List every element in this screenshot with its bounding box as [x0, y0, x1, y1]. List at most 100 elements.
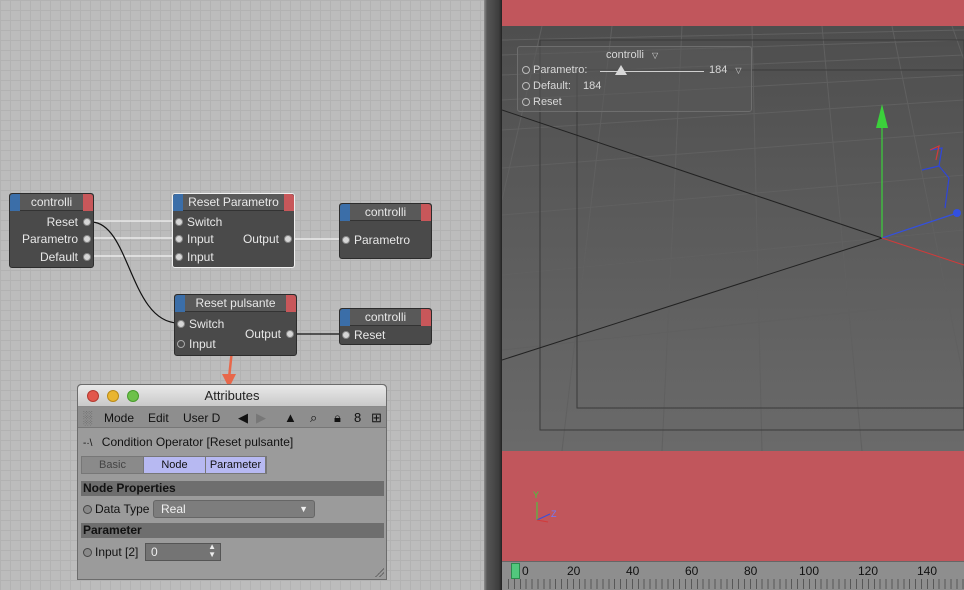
keyframe-radio[interactable] [83, 548, 92, 557]
node-header[interactable]: Reset pulsante [175, 295, 296, 312]
port-in-parametro-dot[interactable] [342, 236, 350, 244]
tick-label: 100 [799, 564, 820, 578]
minimize-button[interactable] [107, 390, 119, 402]
node-reset-parametro[interactable]: Reset Parametro Switch Input Input Outpu… [172, 193, 295, 268]
input-row: Input [2] [83, 545, 138, 559]
node-reset-pulsante[interactable]: Reset pulsante Switch Input Output [174, 294, 297, 356]
back-arrow-icon[interactable]: ◀ [238, 410, 248, 426]
node-input-tab[interactable] [340, 204, 350, 221]
port-in-switch-dot[interactable] [175, 218, 183, 226]
zoom-button[interactable] [127, 390, 139, 402]
data-type-select[interactable]: Real ▼ [153, 500, 315, 518]
node-input-tab[interactable] [173, 194, 183, 211]
attributes-panel[interactable]: Attributes ░ Mode Edit User D ◀ ▶ ▲ ⌕ 🔒︎… [77, 384, 387, 580]
hud-default-row: Default: 184 [522, 80, 601, 92]
section-parameter[interactable]: Parameter [81, 523, 384, 538]
port-out-output-dot[interactable] [286, 330, 294, 338]
menu-mode[interactable]: Mode [104, 411, 134, 425]
tick-label: 60 [685, 564, 699, 578]
attribute-tabs: Basic Node Parameter [81, 456, 267, 474]
node-controlli-reset[interactable]: controlli Reset [339, 308, 432, 345]
tick-label: 120 [858, 564, 879, 578]
hud-title[interactable]: controlli ▽ [606, 49, 658, 61]
node-controlli-source[interactable]: controlli Reset Parametro Default [9, 193, 94, 268]
tab-basic[interactable]: Basic [82, 457, 144, 473]
resize-grip[interactable] [374, 567, 384, 577]
menu-edit[interactable]: Edit [148, 411, 169, 425]
port-out-default-dot[interactable] [83, 253, 91, 261]
input-2-field[interactable]: 0 ▲ ▼ [145, 543, 221, 561]
hud-parametro-value[interactable]: 184 ▽ [709, 64, 742, 76]
port-in-switch-dot[interactable] [177, 320, 185, 328]
3d-viewport[interactable]: Y Z controlli ▽ Parametro: 184 ▽ Default… [502, 0, 964, 590]
port-in-input-dot[interactable] [175, 235, 183, 243]
radio-icon[interactable] [522, 66, 530, 74]
data-type-value: Real [161, 502, 186, 516]
hud-parametro-row: Parametro: [522, 64, 587, 76]
object-label: Condition Operator [Reset pulsante] [101, 435, 294, 449]
object-label-row: -·\ Condition Operator [Reset pulsante] [83, 435, 293, 449]
pane-divider[interactable] [484, 0, 502, 590]
port-in-reset-dot[interactable] [342, 331, 350, 339]
up-arrow-icon[interactable]: ▲ [284, 410, 297, 425]
radio-icon[interactable] [522, 82, 530, 90]
port-out-output: Output [244, 327, 281, 341]
node-input-tab[interactable] [340, 309, 350, 326]
condition-operator-icon: -·\ [83, 438, 93, 449]
attributes-titlebar[interactable]: Attributes [78, 385, 386, 407]
slider-thumb[interactable] [615, 65, 627, 75]
hud-controls-panel[interactable]: controlli ▽ Parametro: 184 ▽ Default: 18… [517, 46, 752, 112]
chevron-down-icon: ▼ [299, 504, 308, 514]
node-output-tab[interactable] [421, 309, 431, 326]
lock-icon[interactable]: 🔒︎ [334, 410, 341, 426]
radio-icon[interactable] [522, 98, 530, 106]
port-in-input-dot[interactable] [177, 340, 185, 348]
tab-parameter[interactable]: Parameter [206, 457, 266, 473]
new-panel-icon[interactable]: ⊞ [371, 410, 382, 426]
node-output-tab[interactable] [286, 295, 296, 312]
port-in-parametro: Parametro [354, 233, 411, 247]
hud-title-text: controlli [606, 49, 644, 61]
tick-label: 20 [567, 564, 581, 578]
tick-label: 80 [744, 564, 758, 578]
forward-arrow-icon[interactable]: ▶ [256, 410, 266, 426]
node-controlli-parametro[interactable]: controlli Parametro [339, 203, 432, 259]
attributes-title: Attributes [204, 388, 260, 403]
node-input-tab[interactable] [10, 194, 20, 211]
node-title: controlli [364, 205, 407, 219]
node-header[interactable]: Reset Parametro [173, 194, 294, 211]
axis-z-label: Z [551, 509, 557, 519]
stepper-icon[interactable]: ▲ ▼ [208, 543, 216, 559]
port-out-output-dot[interactable] [284, 235, 292, 243]
search-icon[interactable]: ⌕ [310, 410, 317, 426]
node-output-tab[interactable] [83, 194, 93, 211]
axis-y-label: Y [533, 490, 540, 500]
timeline[interactable]: 0 20 40 60 80 100 120 140 [502, 561, 964, 590]
port-in-input: Input [187, 232, 214, 246]
xpresso-editor[interactable]: controlli Reset Parametro Default Reset … [0, 0, 484, 590]
hud-reset-row[interactable]: Reset [522, 96, 562, 108]
tick-label: 0 [522, 564, 529, 578]
port-in-reset: Reset [354, 328, 386, 342]
hud-parametro-slider[interactable] [600, 65, 704, 75]
tab-node[interactable]: Node [144, 457, 206, 473]
tick-label: 40 [626, 564, 640, 578]
hud-default-value: 184 [582, 80, 602, 92]
port-out-parametro-dot[interactable] [83, 235, 91, 243]
node-input-tab[interactable] [175, 295, 185, 312]
port-in-input2-dot[interactable] [175, 253, 183, 261]
close-button[interactable] [87, 390, 99, 402]
link-icon[interactable]: 8 [354, 410, 361, 425]
menu-user-data[interactable]: User D [183, 411, 220, 425]
node-header[interactable]: controlli [340, 204, 431, 221]
section-node-properties[interactable]: Node Properties [81, 481, 384, 496]
port-out-reset-dot[interactable] [83, 218, 91, 226]
node-output-tab[interactable] [284, 194, 294, 211]
playhead[interactable] [511, 563, 520, 579]
keyframe-radio[interactable] [83, 505, 92, 514]
node-header[interactable]: controlli [340, 309, 431, 326]
node-header[interactable]: controlli [10, 194, 93, 211]
safe-frame-top [502, 0, 964, 26]
node-output-tab[interactable] [421, 204, 431, 221]
hud-reset-label: Reset [533, 96, 562, 108]
